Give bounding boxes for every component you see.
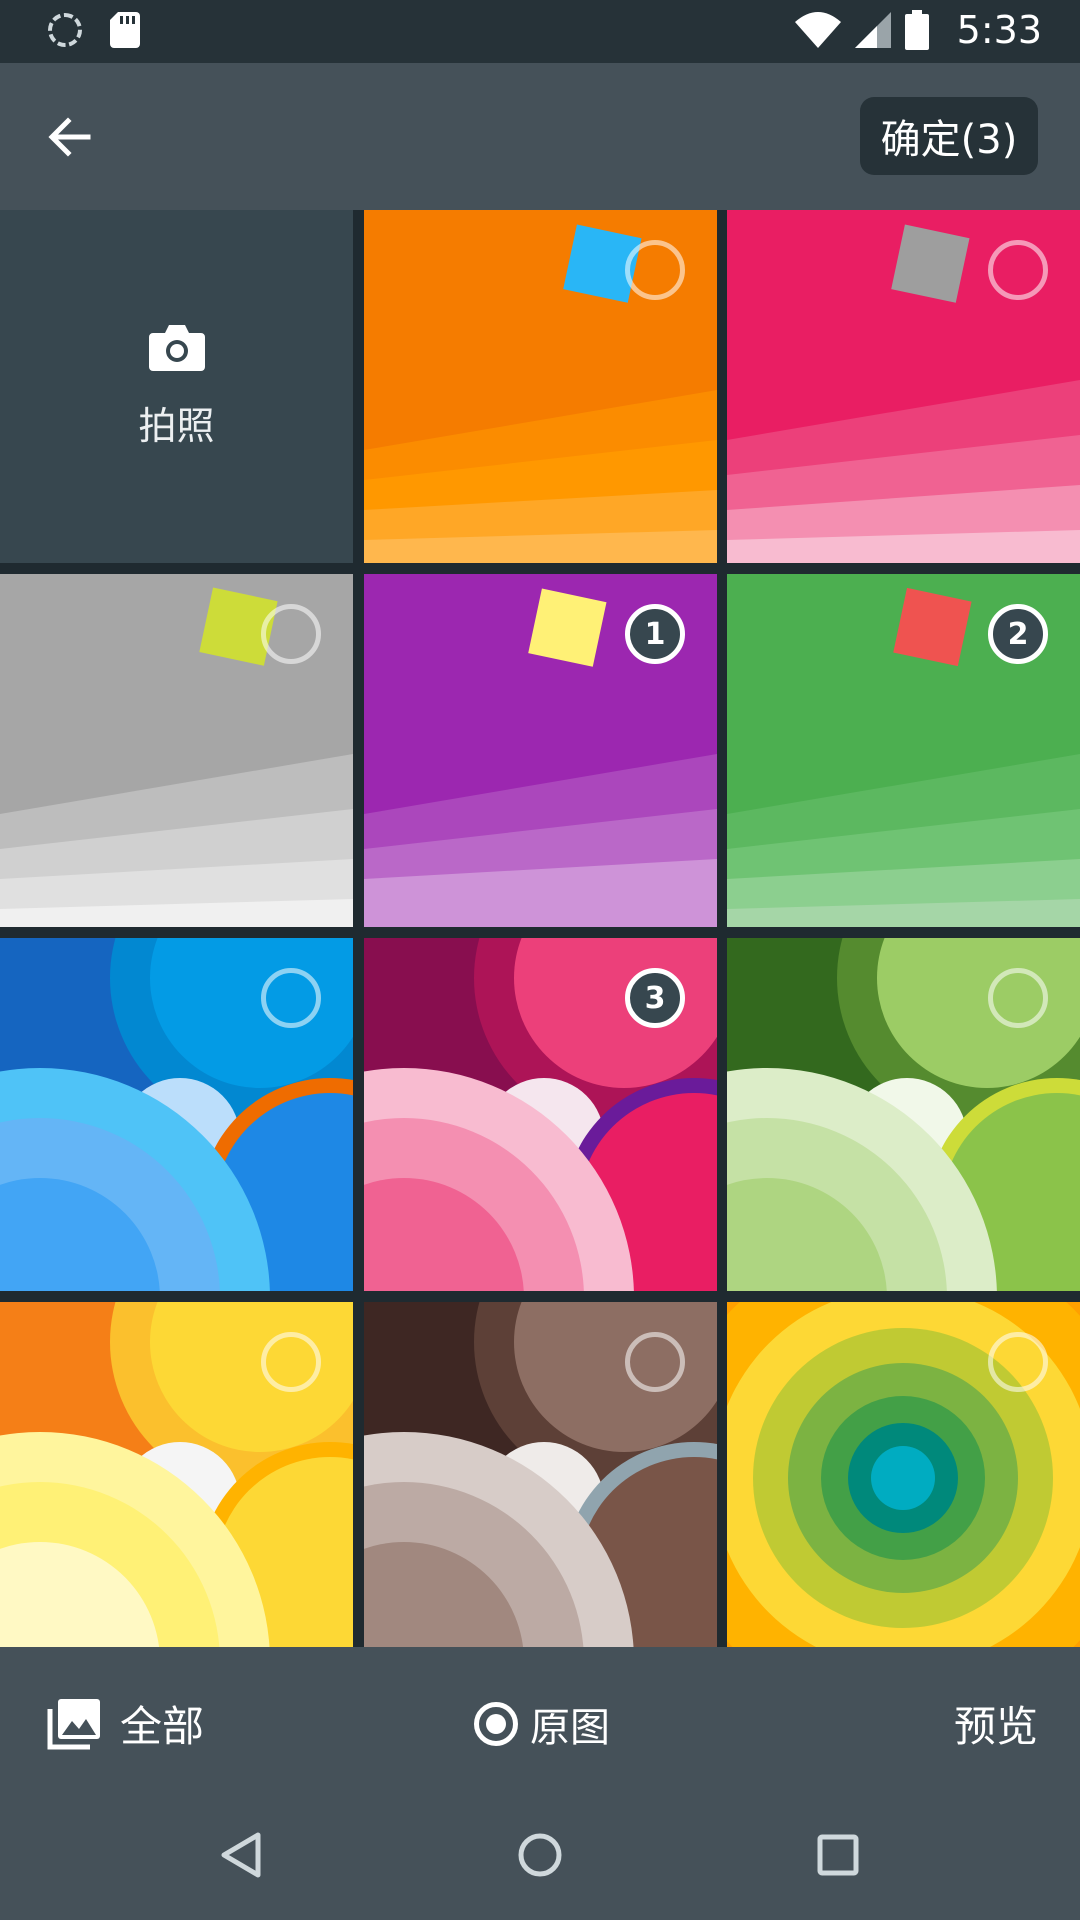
top-toolbar: 确定(3): [0, 63, 1080, 210]
home-circle-icon[interactable]: [512, 1827, 568, 1883]
battery-icon: [904, 10, 929, 50]
photo-tile[interactable]: [727, 210, 1080, 563]
select-checkbox[interactable]: [625, 1332, 685, 1392]
wifi-icon: [794, 12, 841, 48]
select-checkbox[interactable]: [261, 968, 321, 1028]
select-checkbox[interactable]: [988, 1332, 1048, 1392]
loading-spinner-icon: [48, 13, 82, 47]
take-photo-label: 拍照: [138, 404, 215, 448]
select-checkbox[interactable]: [261, 1332, 321, 1392]
sd-card-icon: [110, 12, 140, 48]
album-all-label: 全部: [120, 1702, 205, 1751]
photo-tile[interactable]: [727, 938, 1080, 1291]
photo-tile[interactable]: 1: [364, 574, 717, 927]
recents-square-icon[interactable]: [810, 1827, 866, 1883]
select-checkbox[interactable]: [988, 240, 1048, 300]
status-bar: 5:33: [0, 0, 1080, 63]
photo-grid: 拍照 1 2 3: [0, 210, 1080, 1647]
photo-album-icon: [47, 1698, 100, 1749]
signal-icon: [854, 12, 891, 48]
photo-tile[interactable]: [727, 1302, 1080, 1647]
back-triangle-icon[interactable]: [214, 1827, 270, 1883]
selected-order-badge[interactable]: 1: [625, 604, 685, 664]
system-nav-bar: [0, 1791, 1080, 1920]
photo-tile[interactable]: [0, 574, 353, 927]
select-checkbox[interactable]: [261, 604, 321, 664]
confirm-button[interactable]: 确定(3): [860, 97, 1038, 175]
back-arrow-button[interactable]: [40, 107, 100, 167]
photo-tile[interactable]: [364, 1302, 717, 1647]
photo-tile[interactable]: [364, 210, 717, 563]
select-checkbox[interactable]: [988, 968, 1048, 1028]
photo-tile[interactable]: 3: [364, 938, 717, 1291]
status-left-icons: [48, 12, 140, 48]
photo-tile[interactable]: 2: [727, 574, 1080, 927]
selected-order-badge[interactable]: 3: [625, 968, 685, 1028]
album-all-button[interactable]: 全部: [46, 1693, 204, 1754]
radio-checked-icon: [474, 1702, 518, 1746]
select-checkbox[interactable]: [625, 240, 685, 300]
photo-tile[interactable]: [0, 1302, 353, 1647]
status-right-icons: 5:33: [794, 8, 1042, 52]
photo-tile[interactable]: [0, 938, 353, 1291]
selected-order-badge[interactable]: 2: [988, 604, 1048, 664]
preview-button[interactable]: 预览: [954, 1693, 1038, 1754]
bottom-action-bar: 全部 原图 预览: [0, 1647, 1080, 1791]
status-time: 5:33: [956, 8, 1042, 52]
original-image-label: 原图: [530, 1705, 610, 1751]
camera-icon: [148, 325, 205, 371]
original-image-toggle[interactable]: 原图: [474, 1695, 610, 1753]
take-photo-tile[interactable]: 拍照: [0, 210, 353, 563]
